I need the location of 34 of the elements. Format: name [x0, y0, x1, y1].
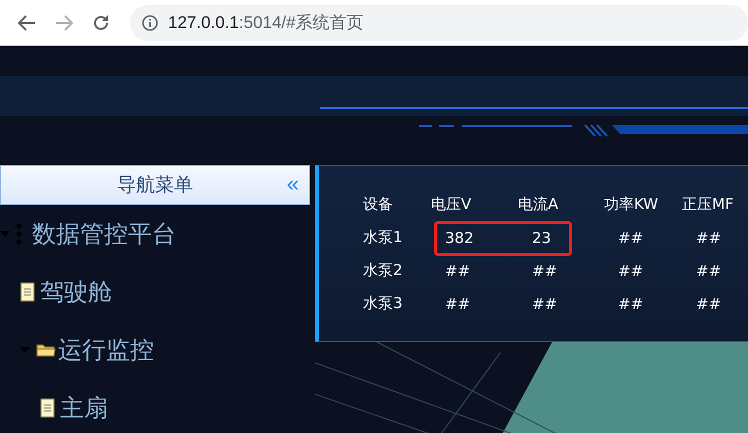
table-cell: ## — [618, 262, 644, 280]
table-cell: 水泵2 — [363, 261, 403, 280]
table-cell: 23 — [532, 228, 552, 246]
tree-item[interactable]: 主扇 — [60, 392, 108, 424]
column-header: 正压MF — [682, 195, 734, 214]
back-arrow-icon — [18, 14, 36, 30]
table-cell: ## — [696, 294, 722, 312]
column-header: 电流A — [518, 195, 558, 214]
address-field[interactable]: 127.0.0.1:5014/#系统首页 — [130, 4, 748, 40]
reload-icon — [92, 14, 110, 32]
table-cell: ## — [445, 294, 470, 312]
table-cell: ## — [696, 262, 722, 280]
table-cell: ## — [618, 228, 644, 246]
table-cell: 水泵1 — [363, 228, 403, 247]
table-cell: ## — [445, 262, 470, 280]
forward-arrow-icon — [54, 14, 73, 30]
table-cell: ## — [618, 294, 644, 312]
table-cell: 382 — [445, 228, 474, 246]
column-header: 设备 — [363, 195, 393, 214]
table-cell: ## — [532, 262, 558, 280]
sidebar-title: 导航菜单 — [117, 173, 193, 198]
info-icon — [142, 14, 158, 30]
tree-item[interactable]: 运行监控 — [58, 334, 154, 366]
table-cell: 水泵3 — [363, 294, 403, 313]
column-header: 功率KW — [604, 195, 658, 214]
dots-icon — [16, 223, 22, 245]
folder-icon — [36, 342, 56, 358]
table-cell: ## — [532, 294, 558, 312]
document-icon — [40, 398, 56, 418]
column-header: 电压V — [431, 195, 472, 214]
tree-item[interactable]: 驾驶舱 — [40, 276, 112, 308]
document-icon — [20, 282, 36, 302]
table-cell: ## — [696, 228, 722, 246]
tree-item[interactable]: 数据管控平台 — [32, 218, 176, 250]
